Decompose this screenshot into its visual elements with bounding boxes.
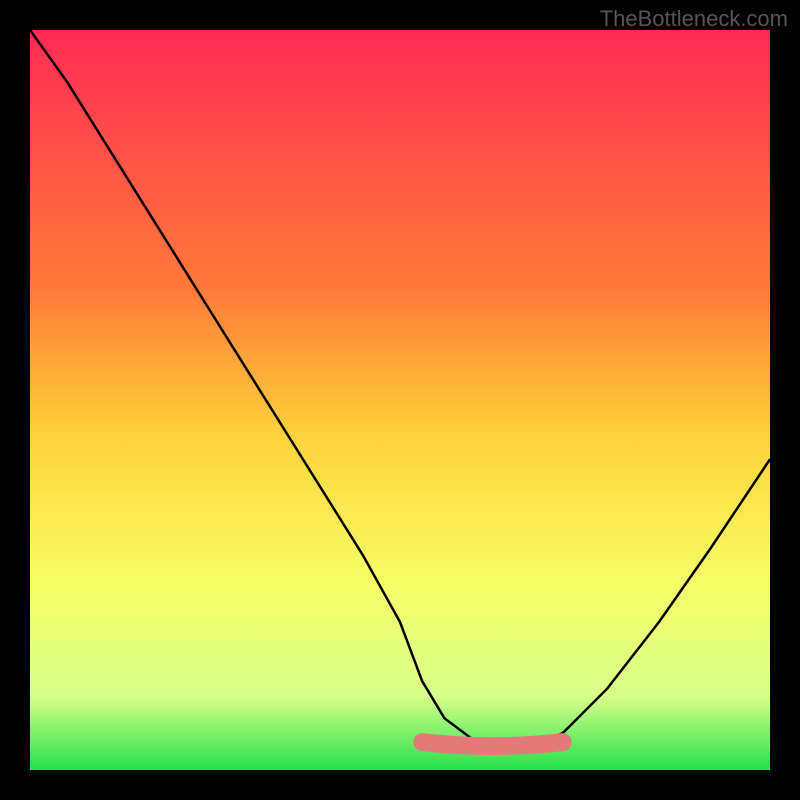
- gradient-background: [30, 30, 770, 770]
- optimal-range-marker: [422, 742, 563, 746]
- chart-area: [30, 30, 770, 770]
- attribution-text: TheBottleneck.com: [600, 6, 788, 32]
- chart-svg: [30, 30, 770, 770]
